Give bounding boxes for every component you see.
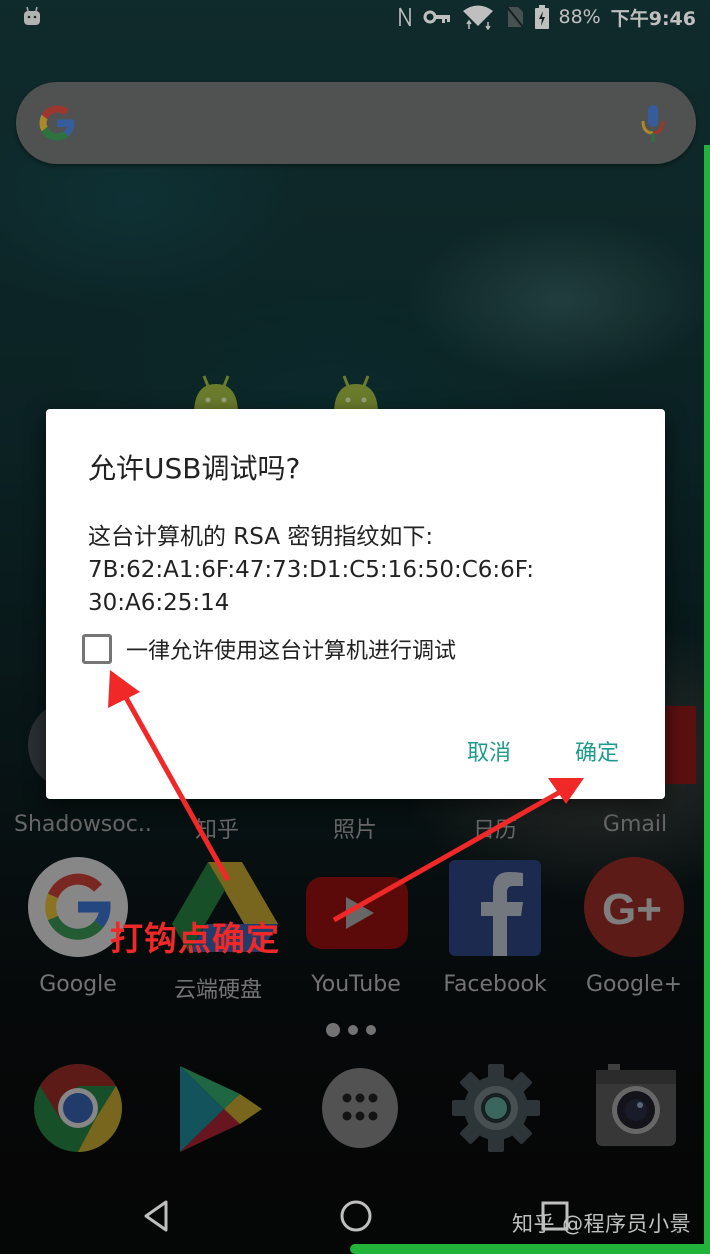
green-border-bottom (350, 1244, 710, 1254)
always-allow-checkbox[interactable] (82, 634, 112, 664)
rsa-fingerprint-line: 7B:62:A1:6F:47:73:D1:C5:16:50:C6:6F: (88, 557, 534, 583)
dialog-actions: 取消 确定 (467, 735, 619, 767)
rsa-fingerprint-line: 30:A6:25:14 (88, 590, 230, 616)
dialog-message-line: 这台计算机的 RSA 密钥指纹如下: (88, 524, 434, 550)
cancel-button[interactable]: 取消 (467, 735, 511, 767)
green-border-right (704, 145, 710, 1254)
annotation-text: 打钩点确定 (110, 919, 280, 958)
ok-button[interactable]: 确定 (575, 735, 619, 767)
always-allow-label[interactable]: 一律允许使用这台计算机进行调试 (126, 633, 456, 665)
always-allow-row[interactable]: 一律允许使用这台计算机进行调试 (82, 633, 456, 665)
dialog-message: 这台计算机的 RSA 密钥指纹如下: 7B:62:A1:6F:47:73:D1:… (88, 521, 648, 620)
usb-debugging-dialog: 允许USB调试吗? 这台计算机的 RSA 密钥指纹如下: 7B:62:A1:6F… (46, 409, 665, 799)
dialog-title: 允许USB调试吗? (88, 452, 301, 485)
